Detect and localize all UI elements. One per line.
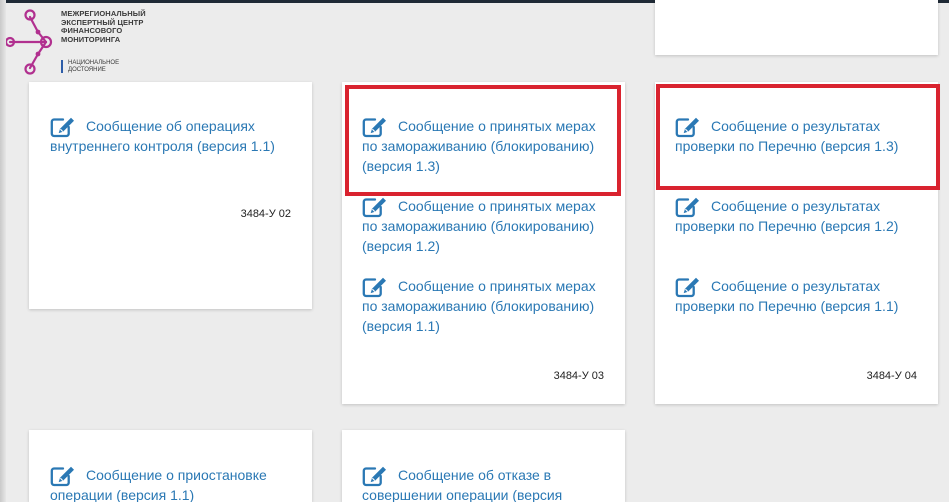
logo-title: МЕЖРЕГИОНАЛЬНЫЙ ЭКСПЕРТНЫЙ ЦЕНТР ФИНАНСО… — [61, 9, 146, 44]
report-link[interactable]: Сообщение об операциях внутреннего контр… — [50, 116, 295, 156]
form-code: 3484-У 03 — [553, 370, 604, 382]
edit-icon — [675, 196, 701, 218]
card-partial-top — [655, 0, 938, 55]
report-link[interactable]: Сообщение о результатах проверки по Пере… — [675, 196, 920, 236]
report-link[interactable]: Сообщение о приостановке операции (верси… — [50, 465, 295, 502]
edit-icon — [362, 196, 388, 218]
card-refusal: Сообщение об отказе в совершении операци… — [342, 430, 625, 502]
logo[interactable]: МЕЖРЕГИОНАЛЬНЫЙ ЭКСПЕРТНЫЙ ЦЕНТР ФИНАНСО… — [6, 8, 166, 78]
edit-icon — [362, 465, 388, 487]
logo-subtitle: НАЦИОНАЛЬНОЕ ДОСТОЯНИЕ — [61, 60, 119, 73]
edit-icon — [675, 276, 701, 298]
highlight-box — [345, 85, 621, 196]
card-suspension: Сообщение о приостановке операции (верси… — [29, 430, 312, 502]
edit-icon — [362, 276, 388, 298]
edit-icon — [50, 465, 76, 487]
form-code: 3484-У 02 — [240, 208, 291, 220]
report-link[interactable]: Сообщение о результатах проверки по Пере… — [675, 276, 920, 316]
edit-icon — [50, 116, 76, 138]
highlight-box — [656, 84, 940, 190]
form-code: 3484-У 04 — [866, 370, 917, 382]
report-link[interactable]: Сообщение об отказе в совершении операци… — [362, 465, 607, 502]
report-link[interactable]: Сообщение о принятых мерах по заморажива… — [362, 276, 607, 336]
network-node-logo-icon — [6, 9, 53, 75]
report-link[interactable]: Сообщение о принятых мерах по заморажива… — [362, 196, 607, 256]
card-3484-u-02: Сообщение об операциях внутреннего контр… — [29, 82, 312, 309]
